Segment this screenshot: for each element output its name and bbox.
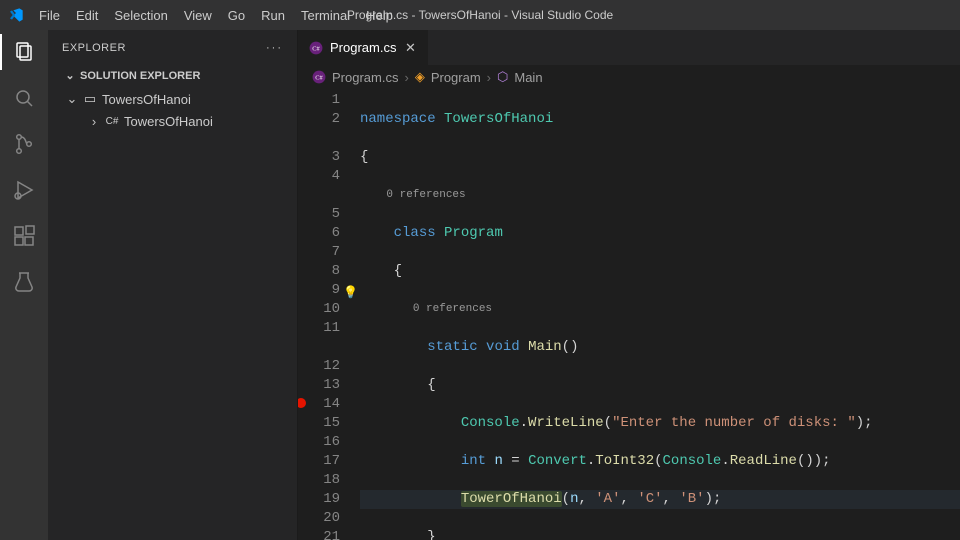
breadcrumb[interactable]: C# Program.cs › ◈ Program › ⬡ Main bbox=[298, 65, 960, 89]
menu-help[interactable]: Help bbox=[359, 4, 400, 27]
tree: ⌄ ▭ TowersOfHanoi › C# TowersOfHanoi bbox=[48, 86, 297, 134]
chevron-down-icon: ⌄ bbox=[64, 69, 76, 82]
breakpoint-icon[interactable] bbox=[298, 398, 306, 408]
chevron-right-icon: › bbox=[88, 114, 100, 129]
tree-root[interactable]: ⌄ ▭ TowersOfHanoi bbox=[48, 88, 297, 110]
extensions-icon[interactable] bbox=[10, 222, 38, 250]
chevron-right-icon: › bbox=[404, 70, 408, 85]
method-icon: ⬡ bbox=[497, 69, 508, 85]
breadcrumb-file[interactable]: Program.cs bbox=[332, 70, 398, 85]
testing-icon[interactable] bbox=[10, 268, 38, 296]
code-editor[interactable]: 1 2 3 4 5 6 7 8 9💡 10 11 12 13 14 15 16 … bbox=[298, 89, 960, 540]
svg-text:C#: C# bbox=[312, 45, 320, 52]
activity-bar bbox=[0, 30, 48, 540]
menu-edit[interactable]: Edit bbox=[69, 4, 105, 27]
sidebar-title: EXPLORER bbox=[62, 42, 126, 54]
chevron-right-icon: › bbox=[487, 70, 491, 85]
run-debug-icon[interactable] bbox=[10, 176, 38, 204]
breadcrumb-class[interactable]: Program bbox=[431, 70, 481, 85]
tree-root-label: TowersOfHanoi bbox=[102, 92, 191, 107]
close-icon[interactable]: ✕ bbox=[402, 40, 418, 56]
menu-selection[interactable]: Selection bbox=[107, 4, 174, 27]
tab-label: Program.cs bbox=[330, 40, 396, 55]
sidebar-more-icon[interactable]: ··· bbox=[266, 42, 283, 54]
title-bar: File Edit Selection View Go Run Terminal… bbox=[0, 0, 960, 30]
svg-text:C#: C# bbox=[315, 74, 323, 81]
menu-file[interactable]: File bbox=[32, 4, 67, 27]
menu-view[interactable]: View bbox=[177, 4, 219, 27]
breadcrumb-method[interactable]: Main bbox=[514, 70, 542, 85]
menu-go[interactable]: Go bbox=[221, 4, 252, 27]
code-content[interactable]: namespace TowersOfHanoi { 0 references c… bbox=[360, 89, 960, 540]
menu-terminal[interactable]: Terminal bbox=[294, 4, 357, 27]
codelens[interactable]: 0 references bbox=[413, 303, 492, 315]
tab-program-cs[interactable]: C# Program.cs ✕ bbox=[298, 30, 429, 65]
sidebar-section[interactable]: ⌄ SOLUTION EXPLORER bbox=[48, 65, 297, 86]
section-label: SOLUTION EXPLORER bbox=[80, 70, 200, 82]
source-control-icon[interactable] bbox=[10, 130, 38, 158]
editor-group: C# Program.cs ✕ C# Program.cs › ◈ Progra… bbox=[298, 30, 960, 540]
menu-run[interactable]: Run bbox=[254, 4, 292, 27]
csharp-file-icon: C# bbox=[312, 70, 326, 84]
vscode-logo-icon bbox=[8, 7, 24, 23]
lightbulb-icon[interactable]: 💡 bbox=[343, 284, 358, 303]
tree-child-label: TowersOfHanoi bbox=[124, 114, 213, 129]
menu-bar: File Edit Selection View Go Run Terminal… bbox=[32, 4, 400, 27]
line-number-gutter: 1 2 3 4 5 6 7 8 9💡 10 11 12 13 14 15 16 … bbox=[298, 89, 360, 540]
chevron-down-icon: ⌄ bbox=[66, 91, 78, 107]
sidebar: EXPLORER ··· ⌄ SOLUTION EXPLORER ⌄ ▭ Tow… bbox=[48, 30, 298, 540]
tree-child[interactable]: › C# TowersOfHanoi bbox=[48, 110, 297, 132]
tab-bar: C# Program.cs ✕ bbox=[298, 30, 960, 65]
codelens[interactable]: 0 references bbox=[386, 189, 465, 201]
explorer-icon[interactable] bbox=[10, 38, 38, 66]
csproj-icon: C# bbox=[104, 116, 120, 127]
csharp-file-icon: C# bbox=[308, 41, 324, 55]
search-icon[interactable] bbox=[10, 84, 38, 112]
solution-icon: ▭ bbox=[82, 91, 98, 107]
class-icon: ◈ bbox=[415, 69, 425, 85]
